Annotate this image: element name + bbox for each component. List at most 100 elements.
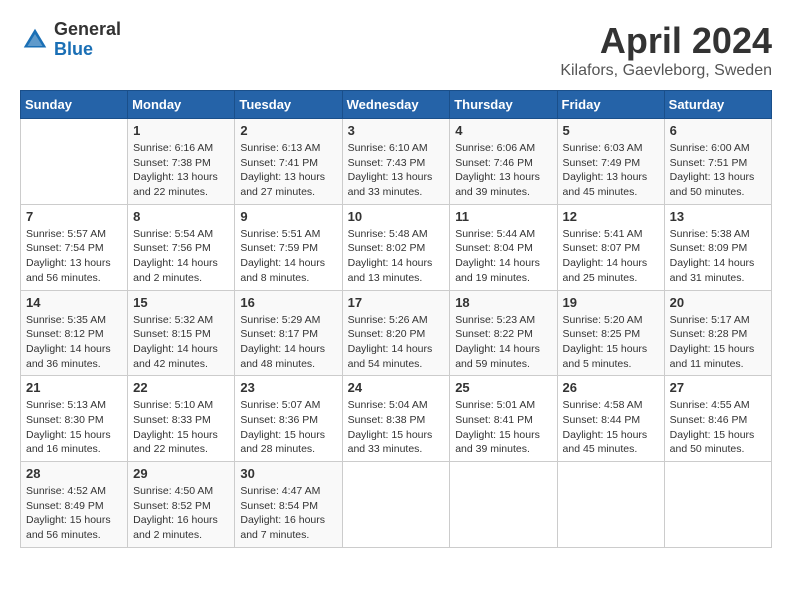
day-number: 25 [455, 380, 551, 395]
calendar-cell: 21 Sunrise: 5:13 AM Sunset: 8:30 PM Dayli… [21, 376, 128, 462]
calendar-cell: 22 Sunrise: 5:10 AM Sunset: 8:33 PM Dayli… [128, 376, 235, 462]
day-info: Sunrise: 6:10 AM Sunset: 7:43 PM Dayligh… [348, 141, 445, 200]
logo: General Blue [20, 20, 121, 60]
day-info: Sunrise: 5:57 AM Sunset: 7:54 PM Dayligh… [26, 227, 122, 286]
calendar-cell: 13 Sunrise: 5:38 AM Sunset: 8:09 PM Dayli… [664, 204, 771, 290]
location-title: Kilafors, Gaevleborg, Sweden [560, 62, 772, 80]
calendar-cell: 12 Sunrise: 5:41 AM Sunset: 8:07 PM Dayli… [557, 204, 664, 290]
calendar-cell: 4 Sunrise: 6:06 AM Sunset: 7:46 PM Daylig… [450, 119, 557, 205]
week-row-5: 28 Sunrise: 4:52 AM Sunset: 8:49 PM Dayli… [21, 462, 772, 548]
day-info: Sunrise: 6:03 AM Sunset: 7:49 PM Dayligh… [563, 141, 659, 200]
week-row-3: 14 Sunrise: 5:35 AM Sunset: 8:12 PM Dayli… [21, 290, 772, 376]
day-info: Sunrise: 6:00 AM Sunset: 7:51 PM Dayligh… [670, 141, 766, 200]
day-info: Sunrise: 5:20 AM Sunset: 8:25 PM Dayligh… [563, 313, 659, 372]
day-number: 19 [563, 295, 659, 310]
day-number: 3 [348, 123, 445, 138]
day-info: Sunrise: 5:04 AM Sunset: 8:38 PM Dayligh… [348, 398, 445, 457]
day-info: Sunrise: 4:55 AM Sunset: 8:46 PM Dayligh… [670, 398, 766, 457]
weekday-header-saturday: Saturday [664, 91, 771, 119]
calendar-cell: 8 Sunrise: 5:54 AM Sunset: 7:56 PM Daylig… [128, 204, 235, 290]
calendar-cell: 27 Sunrise: 4:55 AM Sunset: 8:46 PM Dayli… [664, 376, 771, 462]
weekday-header-friday: Friday [557, 91, 664, 119]
day-number: 24 [348, 380, 445, 395]
day-number: 22 [133, 380, 229, 395]
calendar-cell: 18 Sunrise: 5:23 AM Sunset: 8:22 PM Dayli… [450, 290, 557, 376]
weekday-header-thursday: Thursday [450, 91, 557, 119]
calendar-cell [664, 462, 771, 548]
day-info: Sunrise: 5:51 AM Sunset: 7:59 PM Dayligh… [240, 227, 336, 286]
calendar-cell: 1Sunrise: 6:16 AM Sunset: 7:38 PM Daylig… [128, 119, 235, 205]
day-number: 17 [348, 295, 445, 310]
header: General Blue April 2024 Kilafors, Gaevle… [20, 20, 772, 80]
calendar-cell: 24 Sunrise: 5:04 AM Sunset: 8:38 PM Dayli… [342, 376, 450, 462]
calendar-cell [450, 462, 557, 548]
day-number: 23 [240, 380, 336, 395]
day-info: Sunrise: 4:47 AM Sunset: 8:54 PM Dayligh… [240, 484, 336, 543]
day-number: 1 [133, 123, 229, 138]
day-number: 6 [670, 123, 766, 138]
day-number: 20 [670, 295, 766, 310]
day-number: 4 [455, 123, 551, 138]
calendar-cell: 7 Sunrise: 5:57 AM Sunset: 7:54 PM Daylig… [21, 204, 128, 290]
day-number: 28 [26, 466, 122, 481]
calendar-cell [21, 119, 128, 205]
day-number: 15 [133, 295, 229, 310]
day-number: 29 [133, 466, 229, 481]
day-number: 26 [563, 380, 659, 395]
day-info: Sunrise: 5:35 AM Sunset: 8:12 PM Dayligh… [26, 313, 122, 372]
calendar-cell: 5 Sunrise: 6:03 AM Sunset: 7:49 PM Daylig… [557, 119, 664, 205]
calendar-cell: 2Sunrise: 6:13 AM Sunset: 7:41 PM Daylig… [235, 119, 342, 205]
calendar-cell: 11Sunrise: 5:44 AM Sunset: 8:04 PM Dayli… [450, 204, 557, 290]
day-info: Sunrise: 5:17 AM Sunset: 8:28 PM Dayligh… [670, 313, 766, 372]
day-number: 14 [26, 295, 122, 310]
day-info: Sunrise: 5:41 AM Sunset: 8:07 PM Dayligh… [563, 227, 659, 286]
day-number: 30 [240, 466, 336, 481]
calendar-cell: 26Sunrise: 4:58 AM Sunset: 8:44 PM Dayli… [557, 376, 664, 462]
weekday-header-sunday: Sunday [21, 91, 128, 119]
day-info: Sunrise: 4:50 AM Sunset: 8:52 PM Dayligh… [133, 484, 229, 543]
day-number: 5 [563, 123, 659, 138]
week-row-1: 1Sunrise: 6:16 AM Sunset: 7:38 PM Daylig… [21, 119, 772, 205]
calendar-cell: 15 Sunrise: 5:32 AM Sunset: 8:15 PM Dayli… [128, 290, 235, 376]
day-info: Sunrise: 6:13 AM Sunset: 7:41 PM Dayligh… [240, 141, 336, 200]
calendar-cell: 3 Sunrise: 6:10 AM Sunset: 7:43 PM Daylig… [342, 119, 450, 205]
weekday-header-row: SundayMondayTuesdayWednesdayThursdayFrid… [21, 91, 772, 119]
day-info: Sunrise: 4:52 AM Sunset: 8:49 PM Dayligh… [26, 484, 122, 543]
day-info: Sunrise: 5:54 AM Sunset: 7:56 PM Dayligh… [133, 227, 229, 286]
calendar-cell [557, 462, 664, 548]
calendar-cell: 16Sunrise: 5:29 AM Sunset: 8:17 PM Dayli… [235, 290, 342, 376]
day-number: 27 [670, 380, 766, 395]
day-info: Sunrise: 5:13 AM Sunset: 8:30 PM Dayligh… [26, 398, 122, 457]
day-number: 8 [133, 209, 229, 224]
calendar-cell [342, 462, 450, 548]
logo-blue-text: Blue [54, 39, 93, 59]
weekday-header-wednesday: Wednesday [342, 91, 450, 119]
day-number: 18 [455, 295, 551, 310]
calendar-cell: 10 Sunrise: 5:48 AM Sunset: 8:02 PM Dayli… [342, 204, 450, 290]
day-info: Sunrise: 5:10 AM Sunset: 8:33 PM Dayligh… [133, 398, 229, 457]
calendar-cell: 30 Sunrise: 4:47 AM Sunset: 8:54 PM Dayli… [235, 462, 342, 548]
day-info: Sunrise: 5:32 AM Sunset: 8:15 PM Dayligh… [133, 313, 229, 372]
calendar-cell: 29 Sunrise: 4:50 AM Sunset: 8:52 PM Dayli… [128, 462, 235, 548]
day-info: Sunrise: 5:44 AM Sunset: 8:04 PM Dayligh… [455, 227, 551, 286]
day-info: Sunrise: 5:07 AM Sunset: 8:36 PM Dayligh… [240, 398, 336, 457]
day-number: 12 [563, 209, 659, 224]
day-number: 9 [240, 209, 336, 224]
day-number: 13 [670, 209, 766, 224]
day-number: 10 [348, 209, 445, 224]
day-number: 21 [26, 380, 122, 395]
day-number: 7 [26, 209, 122, 224]
day-info: Sunrise: 5:01 AM Sunset: 8:41 PM Dayligh… [455, 398, 551, 457]
calendar-cell: 6 Sunrise: 6:00 AM Sunset: 7:51 PM Daylig… [664, 119, 771, 205]
month-title: April 2024 [560, 20, 772, 62]
logo-general-text: General [54, 19, 121, 39]
day-info: Sunrise: 5:48 AM Sunset: 8:02 PM Dayligh… [348, 227, 445, 286]
week-row-2: 7 Sunrise: 5:57 AM Sunset: 7:54 PM Daylig… [21, 204, 772, 290]
day-info: Sunrise: 6:06 AM Sunset: 7:46 PM Dayligh… [455, 141, 551, 200]
calendar-cell: 17Sunrise: 5:26 AM Sunset: 8:20 PM Dayli… [342, 290, 450, 376]
day-info: Sunrise: 5:23 AM Sunset: 8:22 PM Dayligh… [455, 313, 551, 372]
calendar-cell: 9 Sunrise: 5:51 AM Sunset: 7:59 PM Daylig… [235, 204, 342, 290]
day-info: Sunrise: 5:38 AM Sunset: 8:09 PM Dayligh… [670, 227, 766, 286]
day-info: Sunrise: 5:29 AM Sunset: 8:17 PM Dayligh… [240, 313, 336, 372]
calendar-cell: 25 Sunrise: 5:01 AM Sunset: 8:41 PM Dayli… [450, 376, 557, 462]
